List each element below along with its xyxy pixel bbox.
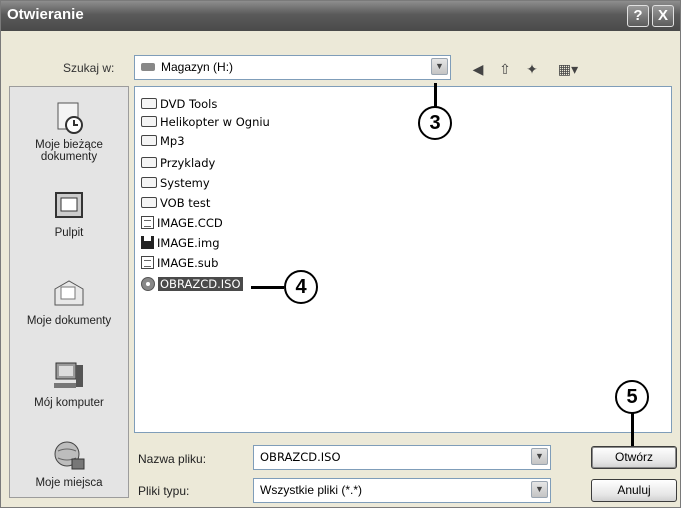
filetype-label: Pliki typu:	[138, 484, 190, 498]
window-title: Otwieranie	[7, 6, 84, 23]
view-menu-icon[interactable]: ▦▾	[553, 59, 583, 79]
open-dialog: Otwieranie ? X Szukaj w: Magazyn (H:) ▼ …	[0, 0, 681, 508]
place-network[interactable]: Moje miejsca	[10, 439, 128, 489]
folder-icon	[141, 157, 157, 168]
place-desktop-label: Pulpit	[54, 227, 84, 239]
floppy-disk-icon	[141, 236, 154, 249]
my-documents-icon	[52, 277, 86, 311]
filename-input[interactable]: OBRAZCD.ISO ▼	[253, 445, 551, 470]
desktop-icon	[52, 189, 86, 223]
filetype-dropdown[interactable]: Wszystkie pliki (*.*) ▼	[253, 478, 551, 503]
folder-icon	[141, 197, 157, 208]
place-my-documents-label: Moje dokumenty	[26, 315, 112, 327]
document-icon	[141, 216, 154, 229]
recent-documents-icon	[52, 101, 86, 135]
list-item[interactable]: Mp3	[141, 132, 185, 150]
my-computer-icon	[52, 359, 86, 393]
lookin-value: Magazyn (H:)	[161, 60, 234, 74]
places-bar: Moje bieżące dokumenty Pulpit Moje dokum…	[9, 86, 129, 498]
place-recent-label: Moje bieżące dokumenty	[35, 139, 103, 163]
callout-4: 4	[284, 270, 318, 304]
help-button[interactable]: ?	[627, 5, 649, 27]
place-my-documents[interactable]: Moje dokumenty	[10, 277, 128, 327]
up-folder-icon[interactable]: ⇧	[495, 59, 515, 79]
filename-value: OBRAZCD.ISO	[260, 450, 341, 464]
list-item[interactable]: Helikopter w Ogniu	[141, 113, 270, 131]
list-item[interactable]: IMAGE.CCD	[141, 214, 223, 232]
cancel-button[interactable]: Anuluj	[591, 479, 677, 502]
filetype-value: Wszystkie pliki (*.*)	[260, 483, 363, 497]
chevron-down-icon[interactable]: ▼	[531, 481, 548, 498]
callout-3-line	[434, 83, 437, 107]
folder-icon	[141, 98, 157, 109]
filename-label: Nazwa pliku:	[138, 452, 207, 466]
callout-3: 3	[418, 106, 452, 140]
list-item[interactable]: Systemy	[141, 174, 210, 192]
chevron-down-icon[interactable]: ▼	[431, 58, 448, 75]
callout-5: 5	[615, 380, 649, 414]
folder-icon	[141, 116, 157, 127]
document-icon	[141, 256, 154, 269]
list-item[interactable]: DVD Tools	[141, 95, 217, 113]
open-button[interactable]: Otwórz	[591, 446, 677, 469]
list-item-selected[interactable]: OBRAZCD.ISO	[141, 275, 243, 293]
new-folder-icon[interactable]: ✦	[522, 59, 542, 79]
place-network-label: Moje miejsca	[35, 477, 103, 489]
lookin-label: Szukaj w:	[63, 61, 115, 75]
lookin-dropdown[interactable]: Magazyn (H:) ▼	[134, 55, 451, 80]
list-item[interactable]: IMAGE.sub	[141, 254, 218, 272]
close-button[interactable]: X	[652, 5, 674, 27]
cd-image-icon	[141, 276, 155, 291]
folder-icon	[141, 135, 157, 146]
list-item[interactable]: Przyklady	[141, 154, 215, 172]
place-my-computer[interactable]: Mój komputer	[10, 359, 128, 409]
title-bar[interactable]: Otwieranie ? X	[1, 1, 680, 31]
network-places-icon	[52, 439, 86, 473]
chevron-down-icon[interactable]: ▼	[531, 448, 548, 465]
place-my-computer-label: Mój komputer	[34, 397, 104, 409]
folder-icon	[141, 177, 157, 188]
callout-5-line	[631, 413, 634, 446]
list-item[interactable]: IMAGE.img	[141, 234, 220, 252]
place-recent[interactable]: Moje bieżące dokumenty	[10, 101, 128, 163]
back-icon[interactable]: ◀	[468, 59, 488, 79]
place-desktop[interactable]: Pulpit	[10, 189, 128, 239]
list-item[interactable]: VOB test	[141, 194, 210, 212]
file-list[interactable]: DVD Tools Helikopter w Ogniu Mp3 Przykla…	[134, 86, 672, 433]
callout-4-line	[251, 286, 284, 289]
drive-icon	[141, 62, 155, 71]
